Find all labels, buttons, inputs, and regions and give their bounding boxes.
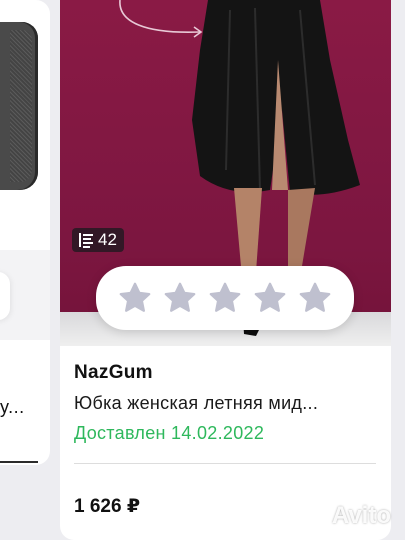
previous-product-image [0,22,38,190]
rating-stars [96,266,354,330]
previous-product-rating-pill [0,272,10,320]
product-info: NazGum Юбка женская летняя мид... Достав… [74,362,379,444]
previous-product-divider [0,461,38,463]
seller-name: NazGum [74,362,153,383]
product-card[interactable]: 42 NazGum Юбка женская летняя мид... Дос… [60,0,391,540]
product-photo[interactable]: 42 [60,0,391,346]
star-icon-5[interactable] [297,280,333,316]
avito-logo-icon [296,505,327,527]
star-icon-1[interactable] [117,280,153,316]
product-price: 1 626 ₽ [74,496,141,517]
delivery-status: Доставлен 14.02.2022 [74,423,265,443]
divider [74,463,376,464]
star-icon-4[interactable] [252,280,288,316]
list-icon [79,233,93,248]
photo-count: 42 [98,230,117,249]
previous-product-card[interactable]: y... [0,0,50,465]
avito-watermark: Avito [295,502,391,530]
star-icon-3[interactable] [207,280,243,316]
previous-product-title: y... [0,397,25,417]
watermark-text: Avito [331,502,391,529]
product-title: Юбка женская летняя мид... [74,393,319,413]
photo-count-badge: 42 [72,228,124,252]
star-icon-2[interactable] [162,280,198,316]
